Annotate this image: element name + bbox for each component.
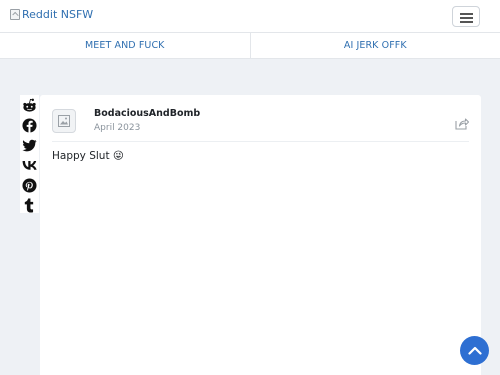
brand-link[interactable]: Reddit NSFW: [10, 8, 93, 21]
tab-meet-and-fuck[interactable]: MEET AND FUCK: [0, 33, 250, 58]
vk-icon[interactable]: [22, 157, 38, 173]
broken-image-icon: [58, 115, 70, 127]
post-card: BodaciousAndBomb April 2023 Happy Slut 😜: [40, 95, 481, 375]
scroll-to-top-button[interactable]: [460, 336, 489, 365]
hamburger-icon-bar: [460, 17, 473, 19]
brand-text: Reddit NSFW: [22, 8, 94, 21]
tab-ai-jerk-off[interactable]: AI JERK OFFK: [249, 33, 500, 58]
divider: [52, 141, 469, 142]
post-author[interactable]: BodaciousAndBomb: [94, 108, 200, 119]
nav-tabs: MEET AND FUCK AI JERK OFFK: [0, 33, 500, 59]
pinterest-icon[interactable]: [22, 177, 38, 193]
reddit-icon[interactable]: [22, 97, 38, 113]
twitter-icon[interactable]: [22, 137, 38, 153]
share-button[interactable]: [455, 115, 470, 130]
hamburger-icon-bar: [460, 21, 473, 23]
hamburger-icon: [460, 13, 473, 15]
broken-image-icon: [10, 9, 20, 20]
share-icon: [455, 118, 470, 130]
post-date: April 2023: [94, 123, 141, 133]
tumblr-icon[interactable]: [22, 197, 38, 213]
chevron-up-icon: [467, 346, 482, 355]
navbar: Reddit NSFW: [0, 0, 500, 33]
avatar[interactable]: [52, 109, 76, 133]
menu-toggle-button[interactable]: [452, 6, 480, 27]
share-rail: [20, 95, 39, 213]
post-text: Happy Slut 😜: [52, 150, 124, 162]
facebook-icon[interactable]: [22, 117, 38, 133]
